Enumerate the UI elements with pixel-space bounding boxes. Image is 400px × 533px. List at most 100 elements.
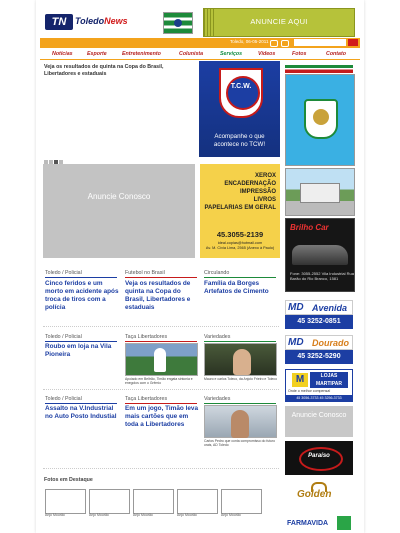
news-photo-caption[interactable]: Mauro e carlos Toleco, da Anjolo Frieiro… — [204, 377, 277, 381]
top-banner-text: ANUNCIE AQUI — [250, 17, 308, 26]
photo-thumbnail[interactable] — [89, 489, 130, 514]
nav-fotos[interactable]: Fotos — [292, 51, 306, 57]
news-photo-person[interactable] — [204, 343, 277, 376]
lojas-martipar-ad[interactable]: M LOJAS MARTIPAR Onde o melhor compensa!… — [285, 369, 353, 402]
nav-colunista[interactable]: Colunista — [179, 51, 203, 57]
sidebar-anuncie-ad[interactable]: Anuncie Conosco — [285, 406, 353, 437]
row-divider — [43, 468, 279, 469]
news-category[interactable]: Futebol no Brasil — [125, 270, 197, 278]
photo-caption: Anjo Mourão — [45, 513, 65, 517]
xerox-line: PAPELARIAS EM GERAL — [204, 205, 276, 211]
main-anuncie-text: Anuncie Conosco — [87, 192, 151, 201]
md-avenida-phone: 45 3252-0851 — [285, 315, 353, 329]
xerox-ad[interactable]: XEROX ENCADERNAÇÃO IMPRESSÃO LIVROS PAPE… — [200, 164, 280, 258]
farmavida-ad[interactable]: FARMAVIDA — [285, 514, 353, 533]
farmavida-text: FARMAVIDA — [287, 520, 329, 527]
current-date: Toledo, 06-05-2011 — [230, 39, 269, 44]
main-anuncie-ad[interactable]: Anuncie Conosco — [43, 164, 195, 258]
md-dourado-phone: 45 3252-5290 — [285, 350, 353, 364]
tcw-ad-text: Acompanhe o que acontece no TCW! — [213, 133, 266, 148]
tcw-badge-inner — [226, 76, 260, 110]
news-category[interactable]: Taça Libertadores — [125, 396, 197, 404]
paraiso-text: Paraíso — [308, 453, 330, 459]
news-category[interactable]: Taça Libertadores — [125, 334, 197, 342]
row-divider — [43, 389, 279, 390]
news-photo-caption[interactable]: Carlos Pedro que conta compromisso do fu… — [204, 439, 277, 447]
logo-wordmark: ToledoNews — [75, 16, 128, 26]
lojas-name: LOJAS MARTIPAR — [310, 372, 348, 388]
news-category[interactable]: Variedades — [204, 334, 276, 342]
golden-ad[interactable]: Golden — [285, 479, 353, 509]
xerox-services: XEROX ENCADERNAÇÃO IMPRESSÃO LIVROS PAPE… — [204, 172, 276, 212]
nav-entretenimento[interactable]: Entretenimento — [122, 51, 161, 57]
row-divider — [43, 326, 279, 327]
news-category[interactable]: Toledo / Policial — [45, 396, 117, 404]
md-avenida-top: MD Avenida — [285, 300, 353, 315]
news-category[interactable]: Variedades — [204, 396, 276, 404]
tcw-badge-icon: T.C.W. — [219, 68, 263, 118]
search-button[interactable] — [348, 39, 358, 46]
nav-esporte[interactable]: Esporte — [87, 51, 107, 57]
search-input[interactable] — [294, 39, 346, 46]
xerox-line: ENCADERNAÇÃO — [224, 181, 276, 187]
fotos-section-title: Fotos em Destaque — [44, 477, 93, 483]
xerox-contact: ideal.copias@hotmail.com Av. M. Cívia Li… — [200, 241, 280, 251]
news-title[interactable]: Roubo em loja na Vila Pioneira — [45, 343, 121, 359]
news-title[interactable]: Família da Borges Artefatos de Cimento — [204, 280, 280, 296]
md-logo: MD — [288, 302, 304, 313]
md-dourado-ad[interactable]: MD Dourado 45 3252-5290 — [285, 335, 353, 365]
tcw-badge-text: T.C.W. — [230, 83, 252, 90]
brilho-car-ad[interactable]: Brilho Car Fone: 3055-2552 Vila Industri… — [285, 218, 355, 292]
xerox-phone: 45.3055-2139 — [216, 230, 264, 239]
photo-caption: Anjo Mourão — [221, 513, 241, 517]
xerox-line: IMPRESSÃO — [239, 189, 276, 195]
municipal-flag-ad[interactable] — [285, 74, 355, 166]
brilho-subtitle: Fone: 3055-2552 Vila Industrial Rua Barã… — [290, 271, 354, 281]
md-avenida-ad[interactable]: MD Avenida 45 3252-0851 — [285, 300, 353, 330]
news-photo-caption[interactable]: Apoiado em Beltrão, Timão engata sintoni… — [125, 377, 198, 385]
tcw-ad[interactable]: T.C.W. Acompanhe o que acontece no TCW! — [199, 61, 280, 157]
top-banner-ad[interactable]: ANUNCIE AQUI — [203, 8, 355, 37]
news-category[interactable]: Toledo / Policial — [45, 270, 117, 278]
city-flag-icon[interactable] — [163, 12, 193, 34]
car-icon — [292, 245, 348, 265]
xerox-line: LIVROS — [253, 197, 276, 203]
news-category[interactable]: Toledo / Policial — [45, 334, 117, 342]
site-logo[interactable]: TN ToledoNews — [45, 11, 133, 33]
lojas-logo-mark: M — [292, 373, 308, 387]
golden-text: Golden — [297, 489, 332, 500]
photo-caption: Anjo Mourão — [89, 513, 109, 517]
nav-contato[interactable]: Contato — [326, 51, 346, 57]
brilho-title: Brilho Car — [290, 223, 329, 232]
rss-icon[interactable] — [270, 40, 278, 47]
city-building-photo[interactable] — [285, 168, 355, 216]
xerox-line: XEROX — [254, 173, 276, 179]
paraiso-ad[interactable]: Paraíso — [285, 441, 353, 475]
nav-servicos[interactable]: Serviços — [220, 51, 242, 57]
photo-thumbnail[interactable] — [45, 489, 86, 514]
news-title[interactable]: Assalto na V.Industrial no Auto Posto In… — [45, 405, 121, 421]
photo-thumbnail[interactable] — [133, 489, 174, 514]
news-title[interactable]: Veja os resultados de quinta na Copa do … — [125, 280, 201, 312]
top-bar: Toledo, 06-05-2011 — [40, 38, 360, 48]
news-title[interactable]: Cinco feridos e um morto em acidente apó… — [45, 280, 121, 312]
crest-icon — [304, 99, 338, 139]
photo-thumbnail[interactable] — [221, 489, 262, 514]
photo-caption: Anjo Mourão — [133, 513, 153, 517]
lojas-phones: 45 3056-3733 45 3256-3733 — [286, 395, 352, 401]
news-photo-soccer[interactable] — [125, 343, 198, 376]
md-avenida-name: Avenida — [312, 303, 348, 313]
news-photo-person[interactable] — [204, 405, 277, 438]
logo-word-right: News — [104, 16, 128, 26]
photo-thumbnail[interactable] — [177, 489, 218, 514]
news-title[interactable]: Em um jogo, Timão leva mais cartões que … — [125, 405, 201, 429]
main-nav: Notícias Esporte Entretenimento Colunist… — [40, 50, 360, 60]
logo-mark: TN — [45, 14, 73, 30]
news-category[interactable]: Circulando — [204, 270, 276, 278]
nav-videos[interactable]: Vídeos — [258, 51, 275, 57]
slideshow-caption[interactable]: Veja os resultados de quinta na Copa do … — [44, 64, 194, 78]
nav-noticias[interactable]: Notícias — [52, 51, 73, 57]
email-icon[interactable] — [281, 40, 289, 47]
pharmacy-cross-icon — [337, 516, 351, 530]
md-dourado-top: MD Dourado — [285, 335, 353, 350]
